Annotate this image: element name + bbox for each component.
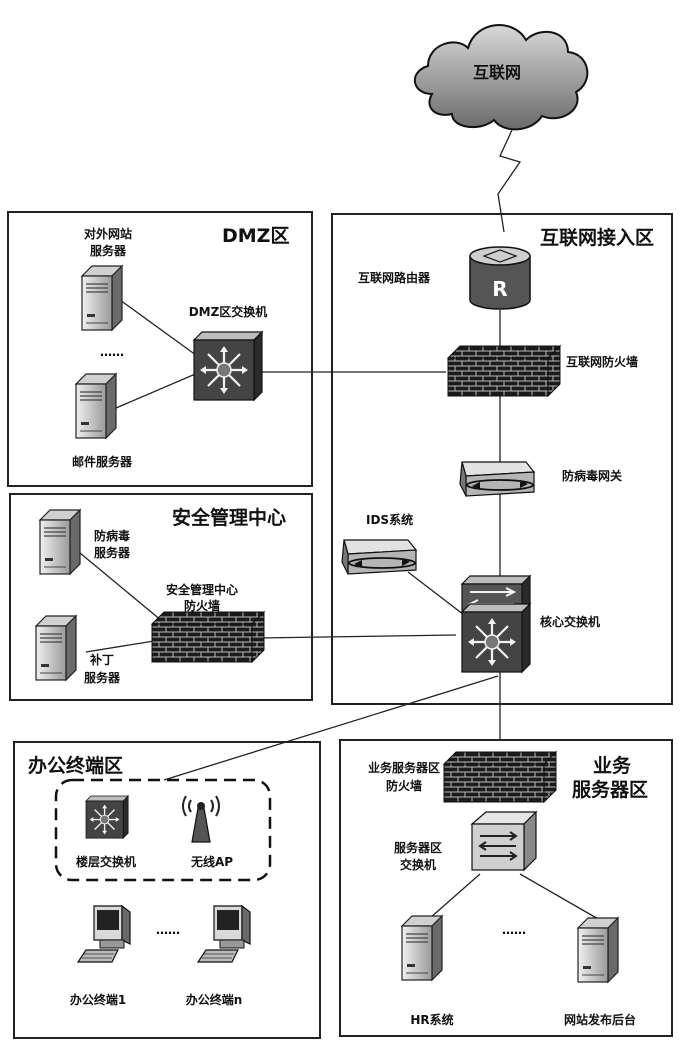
smc-firewall-label-line1: 安全管理中心 [166, 582, 238, 597]
mail-server-label: 邮件服务器 [72, 454, 133, 469]
router-letter: R [492, 277, 507, 301]
av-server-label-line2: 服务器 [94, 545, 131, 560]
patch-server-label-line2: 服务器 [84, 670, 121, 685]
smc-firewall-label-line2: 防火墙 [184, 598, 220, 613]
av-server-icon [39, 509, 81, 575]
web-server-icon [81, 265, 123, 331]
dmz-zone-box [7, 211, 313, 487]
office-zone-title: 办公终端区 [28, 754, 123, 777]
web-server-label-line2: 服务器 [90, 243, 127, 258]
biz-firewall-label-line2: 防火墙 [386, 778, 422, 793]
av-gateway-icon [459, 461, 535, 497]
dmz-ellipsis: …… [100, 345, 124, 359]
wireless-ap-icon [182, 795, 220, 843]
access-zone-title: 互联网接入区 [540, 227, 654, 249]
web-server-label-line1: 对外网站 [84, 226, 132, 241]
core-switch-base-icon [460, 602, 532, 674]
terminal-1-icon [77, 905, 131, 963]
router-label: 互联网路由器 [358, 270, 431, 285]
business-zone-title-line1: 业务 [593, 754, 632, 777]
security-zone-title: 安全管理中心 [172, 506, 286, 529]
patch-server-label-line1: 补丁 [89, 652, 114, 667]
internet-firewall-label: 互联网防火墙 [566, 354, 638, 369]
office-ellipsis: …… [156, 923, 180, 937]
terminal-n-icon [197, 905, 251, 963]
server-switch-label-line2: 交换机 [400, 857, 436, 872]
internet-label: 互联网 [473, 63, 521, 82]
web-publish-label: 网站发布后台 [564, 1012, 636, 1027]
biz-firewall-icon [443, 751, 557, 803]
core-switch-label: 核心交换机 [540, 614, 600, 629]
patch-server-icon [35, 615, 77, 681]
server-switch-label-line1: 服务器区 [394, 840, 442, 855]
av-gateway-label: 防病毒网关 [562, 468, 622, 483]
floor-switch-icon [85, 795, 129, 839]
office-zone-box [13, 741, 321, 1039]
network-diagram: 互联网 DMZ区 互联网接入区 安全管理中心 办公终端区 业务 服务器区 对外网… [7, 24, 673, 1039]
ids-icon [341, 539, 417, 575]
internet-firewall-icon [447, 345, 561, 397]
terminal-1-label: 办公终端1 [70, 992, 126, 1007]
business-zone-title-line2: 服务器区 [572, 778, 648, 801]
av-server-label-line1: 防病毒 [94, 528, 130, 543]
dmz-switch-icon [192, 330, 264, 402]
dmz-zone-title: DMZ区 [222, 225, 289, 247]
wireless-ap-label: 无线AP [190, 854, 233, 869]
web-publish-server-icon [577, 917, 619, 983]
floor-switch-label: 楼层交换机 [76, 854, 136, 869]
hr-server-icon [401, 915, 443, 981]
smc-firewall-icon [151, 611, 265, 663]
mail-server-icon [75, 373, 117, 439]
biz-firewall-label-line1: 业务服务器区 [368, 760, 440, 775]
terminal-n-label: 办公终端n [186, 992, 243, 1007]
biz-ellipsis: …… [502, 923, 526, 937]
server-switch-icon [470, 810, 538, 872]
dmz-switch-label: DMZ区交换机 [189, 304, 268, 319]
hr-system-label: HR系统 [410, 1012, 453, 1027]
ids-label: IDS系统 [366, 512, 413, 527]
